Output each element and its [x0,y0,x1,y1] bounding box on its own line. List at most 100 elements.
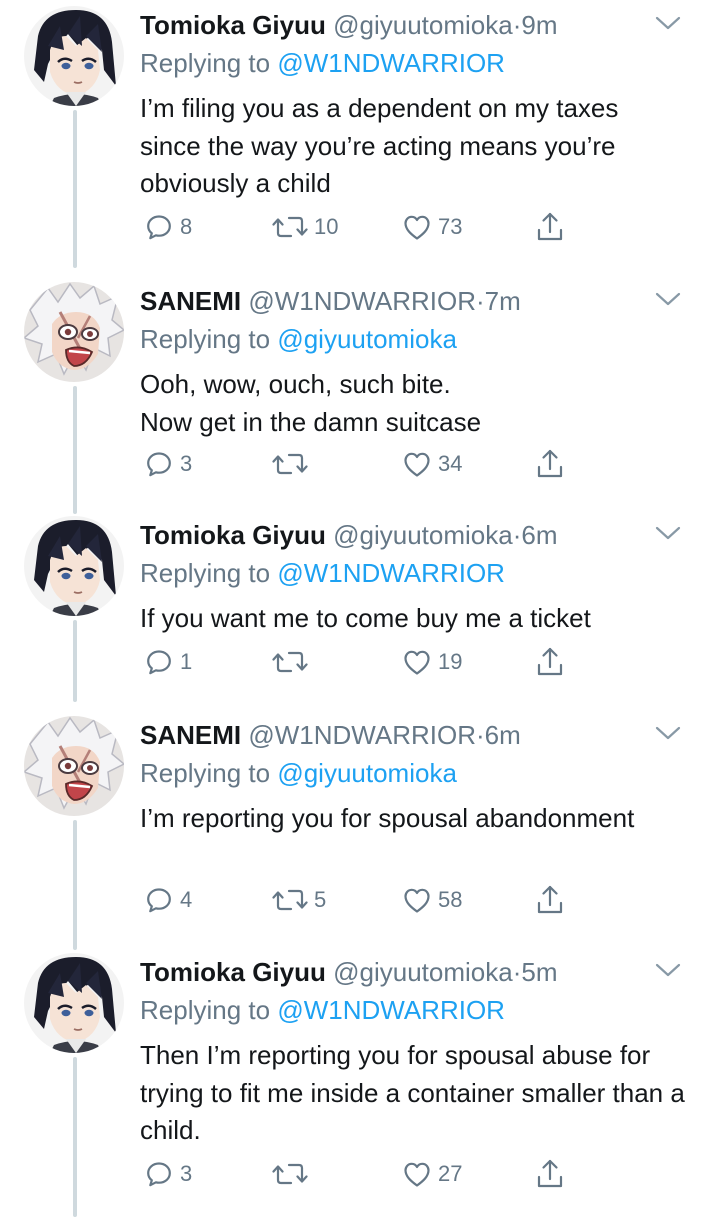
user-handle[interactable]: @W1NDWARRIOR [248,286,476,316]
reply-button[interactable]: 8 [144,210,192,244]
like-button[interactable]: 19 [402,645,462,679]
tweet-text: Then I’m reporting you for spousal abuse… [140,1040,685,1145]
tweet-header: Tomioka Giyuu @giyuutomioka·6m [140,520,558,550]
replying-mention[interactable]: @W1NDWARRIOR [277,48,505,78]
giyuu-avatar-image [24,953,124,1053]
share-icon [537,449,563,478]
giyuu-avatar[interactable] [24,6,124,106]
thread-line [73,1057,77,1217]
giyuu-avatar[interactable] [24,516,124,616]
reply-icon [147,650,171,675]
share-button[interactable] [535,447,565,481]
giyuu-avatar[interactable] [24,953,124,1053]
retweet-icon [272,453,308,475]
timestamp[interactable]: 7m [485,286,521,316]
reply-button[interactable]: 3 [144,1157,192,1191]
share-icon [537,1159,563,1188]
like-button[interactable]: 34 [402,447,462,481]
timestamp[interactable]: 6m [485,720,521,750]
chevron-down-icon[interactable] [654,524,682,542]
retweet-icon [272,651,308,673]
retweet-icon [272,889,308,911]
tweet-actions: 4 5 58 [140,883,680,917]
share-icon [537,885,563,914]
retweet-icon [272,1163,308,1185]
display-name[interactable]: Tomioka Giyuu [140,10,326,40]
like-button[interactable]: 27 [402,1157,462,1191]
display-name[interactable]: SANEMI [140,286,241,316]
reply-button[interactable]: 4 [144,883,192,917]
tweet-header: Tomioka Giyuu @giyuutomioka·9m [140,10,558,40]
thread-line [73,620,77,702]
share-button[interactable] [535,1157,565,1191]
giyuu-avatar-image [24,516,124,616]
like-button[interactable]: 73 [402,210,462,244]
reply-count: 4 [180,887,193,912]
like-icon [404,1162,430,1187]
retweet-button[interactable]: 5 [272,883,326,917]
reply-icon [147,1162,171,1187]
share-button[interactable] [535,210,565,244]
user-handle[interactable]: @giyuutomioka [333,10,513,40]
replying-prefix: Replying to [140,995,278,1025]
replying-mention[interactable]: @W1NDWARRIOR [277,995,505,1025]
display-name[interactable]: Tomioka Giyuu [140,957,326,987]
display-name[interactable]: SANEMI [140,720,241,750]
reply-button[interactable]: 1 [144,645,192,679]
replying-to: Replying to @giyuutomioka [140,758,457,788]
like-count: 34 [438,451,463,476]
sanemi-avatar[interactable] [24,716,124,816]
replying-to: Replying to @W1NDWARRIOR [140,995,505,1025]
tweet-text: If you want me to come buy me a ticket [140,603,591,633]
like-icon [404,650,430,675]
replying-mention[interactable]: @giyuutomioka [277,758,457,788]
user-handle[interactable]: @W1NDWARRIOR [248,720,476,750]
timestamp[interactable]: 9m [521,10,557,40]
timestamp[interactable]: 5m [521,957,557,987]
tweet-text: Ooh, wow, ouch, such bite. Now get in th… [140,369,482,437]
like-icon [404,888,430,913]
tweet-actions: 1 19 [140,645,680,679]
tweet-text: I’m filing you as a dependent on my taxe… [140,93,619,198]
share-button[interactable] [535,883,565,917]
like-count: 58 [438,887,463,912]
separator-dot: · [476,286,485,316]
reply-count: 3 [180,1161,193,1186]
retweet-button[interactable]: 10 [272,210,338,244]
reply-icon [147,215,171,240]
chevron-down-icon[interactable] [654,724,682,742]
share-icon [537,647,563,676]
sanemi-avatar[interactable] [24,282,124,382]
retweet-button[interactable] [272,645,314,679]
tweet-actions: 3 27 [140,1157,680,1191]
chevron-down-icon[interactable] [654,290,682,308]
user-handle[interactable]: @giyuutomioka [333,957,513,987]
like-count: 19 [438,649,463,674]
retweet-icon [272,216,308,238]
reply-count: 3 [180,451,193,476]
tweet-actions: 8 10 73 [140,210,680,244]
like-count: 73 [438,214,463,239]
tweet-actions: 3 34 [140,447,680,481]
retweet-button[interactable] [272,447,314,481]
tweet-header: SANEMI @W1NDWARRIOR·6m [140,720,521,750]
timestamp[interactable]: 6m [521,520,557,550]
chevron-down-icon[interactable] [654,961,682,979]
replying-prefix: Replying to [140,324,278,354]
reply-icon [147,452,171,477]
sanemi-avatar-image [24,716,124,816]
share-button[interactable] [535,645,565,679]
tweet-text: I’m reporting you for spousal abandonmen… [140,803,635,833]
reply-button[interactable]: 3 [144,447,192,481]
like-button[interactable]: 58 [402,883,462,917]
user-handle[interactable]: @giyuutomioka [333,520,513,550]
replying-mention[interactable]: @giyuutomioka [277,324,457,354]
reply-count: 8 [180,214,193,239]
replying-to: Replying to @giyuutomioka [140,324,457,354]
retweet-button[interactable] [272,1157,314,1191]
replying-mention[interactable]: @W1NDWARRIOR [277,558,505,588]
chevron-down-icon[interactable] [654,14,682,32]
thread-line [73,110,77,268]
thread-line [73,386,77,514]
display-name[interactable]: Tomioka Giyuu [140,520,326,550]
